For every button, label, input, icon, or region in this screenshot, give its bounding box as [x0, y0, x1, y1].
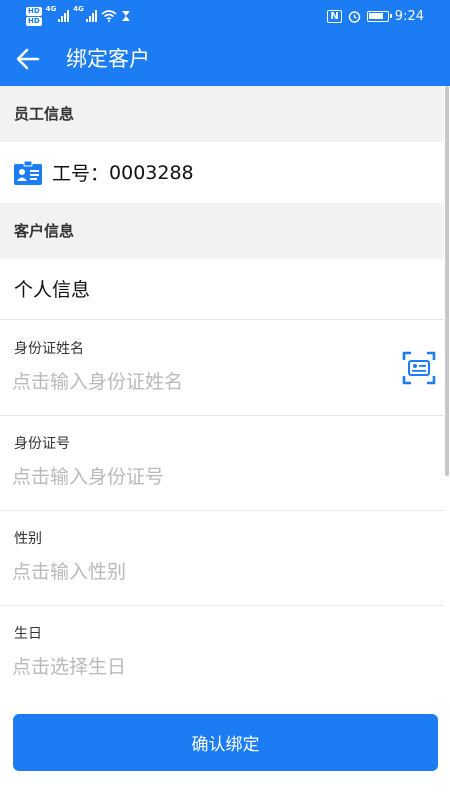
id-name-input[interactable] [12, 367, 382, 397]
alarm-icon [348, 10, 360, 23]
status-left: HD HD 4G 4G [26, 5, 131, 27]
network-type: 4G [73, 5, 84, 13]
network-type: 4G [45, 5, 57, 13]
gender-input[interactable] [12, 557, 382, 587]
battery-icon [366, 10, 392, 22]
signal-icon [85, 10, 97, 22]
employee-id-row: 工号： 0003288 [0, 142, 444, 203]
employee-id-value: 0003288 [109, 161, 194, 184]
id-card-icon [14, 160, 42, 185]
gender-label: 性别 [14, 531, 42, 547]
confirm-bind-button[interactable]: 确认绑定 [13, 714, 438, 771]
id-number-input[interactable] [12, 462, 382, 492]
gender-field-row: 性别 [0, 511, 444, 606]
hd-badges: HD HD [26, 6, 42, 26]
birthday-label: 生日 [14, 626, 42, 642]
hd-badge: HD [26, 16, 42, 26]
arrow-left-icon[interactable] [14, 45, 42, 73]
id-number-field-row: 身份证号 [0, 416, 444, 511]
employee-section-title: 员工信息 [0, 86, 444, 142]
scrollbar[interactable] [445, 86, 449, 476]
id-scan-icon[interactable] [402, 351, 436, 385]
header: HD HD 4G 4G N 9:24 绑定客户 [0, 0, 450, 86]
hourglass-icon [121, 11, 130, 21]
status-bar: HD HD 4G 4G N 9:24 [0, 0, 450, 32]
birthday-field-row: 生日 [0, 606, 444, 701]
status-time: 9:24 [394, 8, 424, 24]
birthday-input[interactable] [12, 652, 382, 682]
id-name-field-row: 身份证姓名 [0, 321, 444, 416]
app-bar: 绑定客户 [0, 32, 450, 86]
nfc-icon: N [327, 9, 342, 23]
signal-icon [58, 10, 70, 22]
customer-section-title: 客户信息 [0, 203, 444, 259]
id-number-label: 身份证号 [14, 436, 70, 452]
status-right: N 9:24 [327, 5, 424, 27]
employee-id-label: 工号： [52, 163, 110, 185]
personal-info-heading: 个人信息 [0, 260, 444, 320]
hd-badge: HD [26, 6, 42, 16]
wifi-icon [101, 10, 117, 22]
page-title: 绑定客户 [66, 47, 150, 71]
id-name-label: 身份证姓名 [14, 341, 84, 357]
